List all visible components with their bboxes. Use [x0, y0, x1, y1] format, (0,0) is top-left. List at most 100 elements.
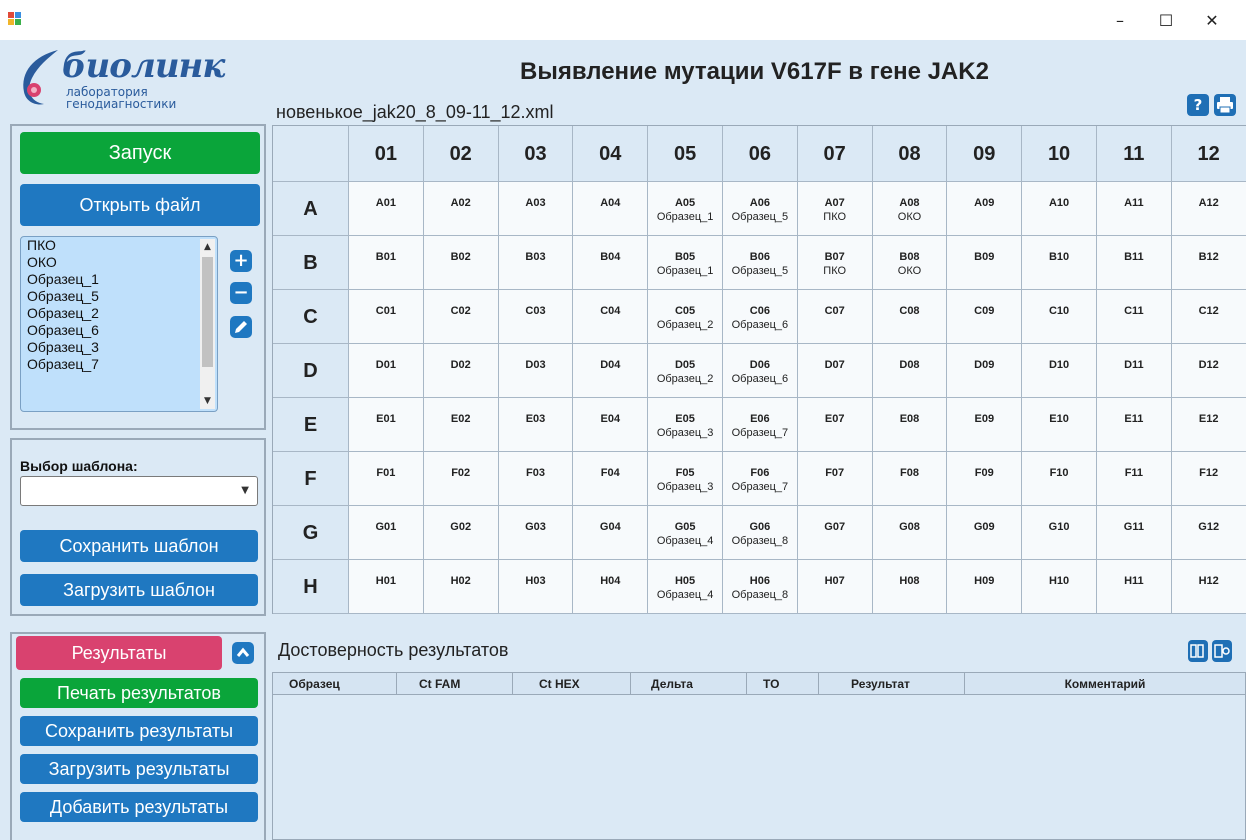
plate-row-header[interactable]: G — [273, 506, 349, 560]
minimize-button[interactable]: – — [1100, 8, 1140, 34]
plate-well[interactable]: B05 Образец_1 — [648, 236, 723, 290]
plate-well[interactable]: G04 — [573, 506, 649, 560]
plate-well[interactable]: C04 — [573, 290, 649, 344]
plate-well[interactable]: H08 — [872, 560, 948, 614]
plate-well[interactable]: F03 — [498, 452, 574, 506]
maximize-button[interactable]: ☐ — [1146, 8, 1186, 34]
plate-well[interactable]: C05 Образец_2 — [648, 290, 723, 344]
plate-well[interactable]: A12 — [1171, 182, 1246, 236]
list-item[interactable]: ПКО — [21, 237, 217, 254]
scroll-down-icon[interactable]: ▼ — [200, 393, 215, 409]
plate-well[interactable]: B07 ПКО — [797, 236, 873, 290]
plate-well[interactable]: E02 — [423, 398, 499, 452]
plate-well[interactable]: F06 Образец_7 — [722, 452, 798, 506]
plate-well[interactable]: G07 — [797, 506, 873, 560]
list-item[interactable]: Образец_3 — [21, 339, 217, 356]
plate-well[interactable]: H06 Образец_8 — [722, 560, 798, 614]
plate-well[interactable]: F07 — [797, 452, 873, 506]
plate-well[interactable]: A10 — [1022, 182, 1097, 236]
plate-well[interactable]: E07 — [797, 398, 873, 452]
plate-well[interactable]: H04 — [573, 560, 649, 614]
plate-well[interactable]: E06 Образец_7 — [722, 398, 798, 452]
print-results-button[interactable]: Печать результатов — [20, 678, 258, 708]
plate-well[interactable]: D02 — [423, 344, 499, 398]
plate-well[interactable]: F02 — [423, 452, 499, 506]
plate-well[interactable]: F08 — [872, 452, 948, 506]
plate-well[interactable]: B06 Образец_5 — [722, 236, 798, 290]
plate-column-header[interactable]: 07 — [797, 126, 873, 182]
plate-well[interactable]: B04 — [573, 236, 649, 290]
plate-well[interactable]: B01 — [349, 236, 424, 290]
samples-scrollbar[interactable]: ▲ ▼ — [200, 239, 215, 409]
plate-well[interactable]: H03 — [498, 560, 574, 614]
save-template-button[interactable]: Сохранить шаблон — [20, 530, 258, 562]
load-template-button[interactable]: Загрузить шаблон — [20, 574, 258, 606]
plate-well[interactable]: H10 — [1022, 560, 1097, 614]
plate-row-header[interactable]: F — [273, 452, 349, 506]
list-item[interactable]: Образец_7 — [21, 356, 217, 373]
plate-well[interactable]: D04 — [573, 344, 649, 398]
plate-well[interactable]: H01 — [349, 560, 424, 614]
plate-well[interactable]: C11 — [1096, 290, 1172, 344]
plate-column-header[interactable]: 05 — [648, 126, 723, 182]
scroll-up-icon[interactable]: ▲ — [200, 239, 215, 255]
scroll-thumb[interactable] — [202, 257, 213, 367]
template-select[interactable]: ▼ — [20, 476, 258, 506]
plate-well[interactable]: A09 — [947, 182, 1023, 236]
chevron-down-icon[interactable]: ▼ — [241, 485, 249, 496]
plate-well[interactable]: H09 — [947, 560, 1023, 614]
plate-well[interactable]: C06 Образец_6 — [722, 290, 798, 344]
add-icon[interactable]: + — [230, 250, 252, 272]
plate-well[interactable]: F01 — [349, 452, 424, 506]
plate-column-header[interactable]: 02 — [423, 126, 499, 182]
plate-well[interactable]: B02 — [423, 236, 499, 290]
plate-well[interactable]: H12 — [1171, 560, 1246, 614]
plate-column-header[interactable]: 11 — [1096, 126, 1172, 182]
plate-well[interactable]: E10 — [1022, 398, 1097, 452]
plate-well[interactable]: B09 — [947, 236, 1023, 290]
plate-well[interactable]: A01 — [349, 182, 424, 236]
plate-well[interactable]: F04 — [573, 452, 649, 506]
table-columns-icon[interactable] — [1188, 640, 1208, 662]
plate-well[interactable]: E11 — [1096, 398, 1172, 452]
edit-icon[interactable] — [230, 316, 252, 338]
plate-well[interactable]: G02 — [423, 506, 499, 560]
plate-well[interactable]: B10 — [1022, 236, 1097, 290]
column-header[interactable]: Ct FAM — [397, 673, 513, 694]
plate-well[interactable]: A06 Образец_5 — [722, 182, 798, 236]
column-header[interactable]: Образец — [273, 673, 397, 694]
plate-well[interactable]: D01 — [349, 344, 424, 398]
load-results-button[interactable]: Загрузить результаты — [20, 754, 258, 784]
plate-well[interactable]: F11 — [1096, 452, 1172, 506]
list-item[interactable]: Образец_1 — [21, 271, 217, 288]
plate-well[interactable]: A11 — [1096, 182, 1172, 236]
plate-row-header[interactable]: H — [273, 560, 349, 614]
plate-well[interactable]: G06 Образец_8 — [722, 506, 798, 560]
plate-well[interactable]: A04 — [573, 182, 649, 236]
plate-well[interactable]: A02 — [423, 182, 499, 236]
help-icon[interactable]: ? — [1187, 94, 1209, 116]
plate-well[interactable]: D10 — [1022, 344, 1097, 398]
plate-well[interactable]: C10 — [1022, 290, 1097, 344]
plate-column-header[interactable]: 04 — [573, 126, 649, 182]
plate-well[interactable]: E05 Образец_3 — [648, 398, 723, 452]
list-item[interactable]: Образец_5 — [21, 288, 217, 305]
plate-well[interactable]: D12 — [1171, 344, 1246, 398]
results-tab[interactable]: Результаты — [16, 636, 222, 670]
close-button[interactable]: ✕ — [1192, 8, 1232, 34]
plate-column-header[interactable]: 06 — [722, 126, 798, 182]
plate-well[interactable]: E03 — [498, 398, 574, 452]
column-header[interactable]: TO — [747, 673, 819, 694]
list-item[interactable]: ОКО — [21, 254, 217, 271]
plate-well[interactable]: B12 — [1171, 236, 1246, 290]
plate-well[interactable]: H02 — [423, 560, 499, 614]
plate-well[interactable]: H11 — [1096, 560, 1172, 614]
plate-well[interactable]: H05 Образец_4 — [648, 560, 723, 614]
plate-column-header[interactable]: 09 — [947, 126, 1023, 182]
list-item[interactable]: Образец_6 — [21, 322, 217, 339]
plate-well[interactable]: B08 ОКО — [872, 236, 948, 290]
plate-well[interactable]: A03 — [498, 182, 574, 236]
plate-well[interactable]: D06 Образец_6 — [722, 344, 798, 398]
remove-icon[interactable]: − — [230, 282, 252, 304]
column-header[interactable]: Дельта — [631, 673, 747, 694]
